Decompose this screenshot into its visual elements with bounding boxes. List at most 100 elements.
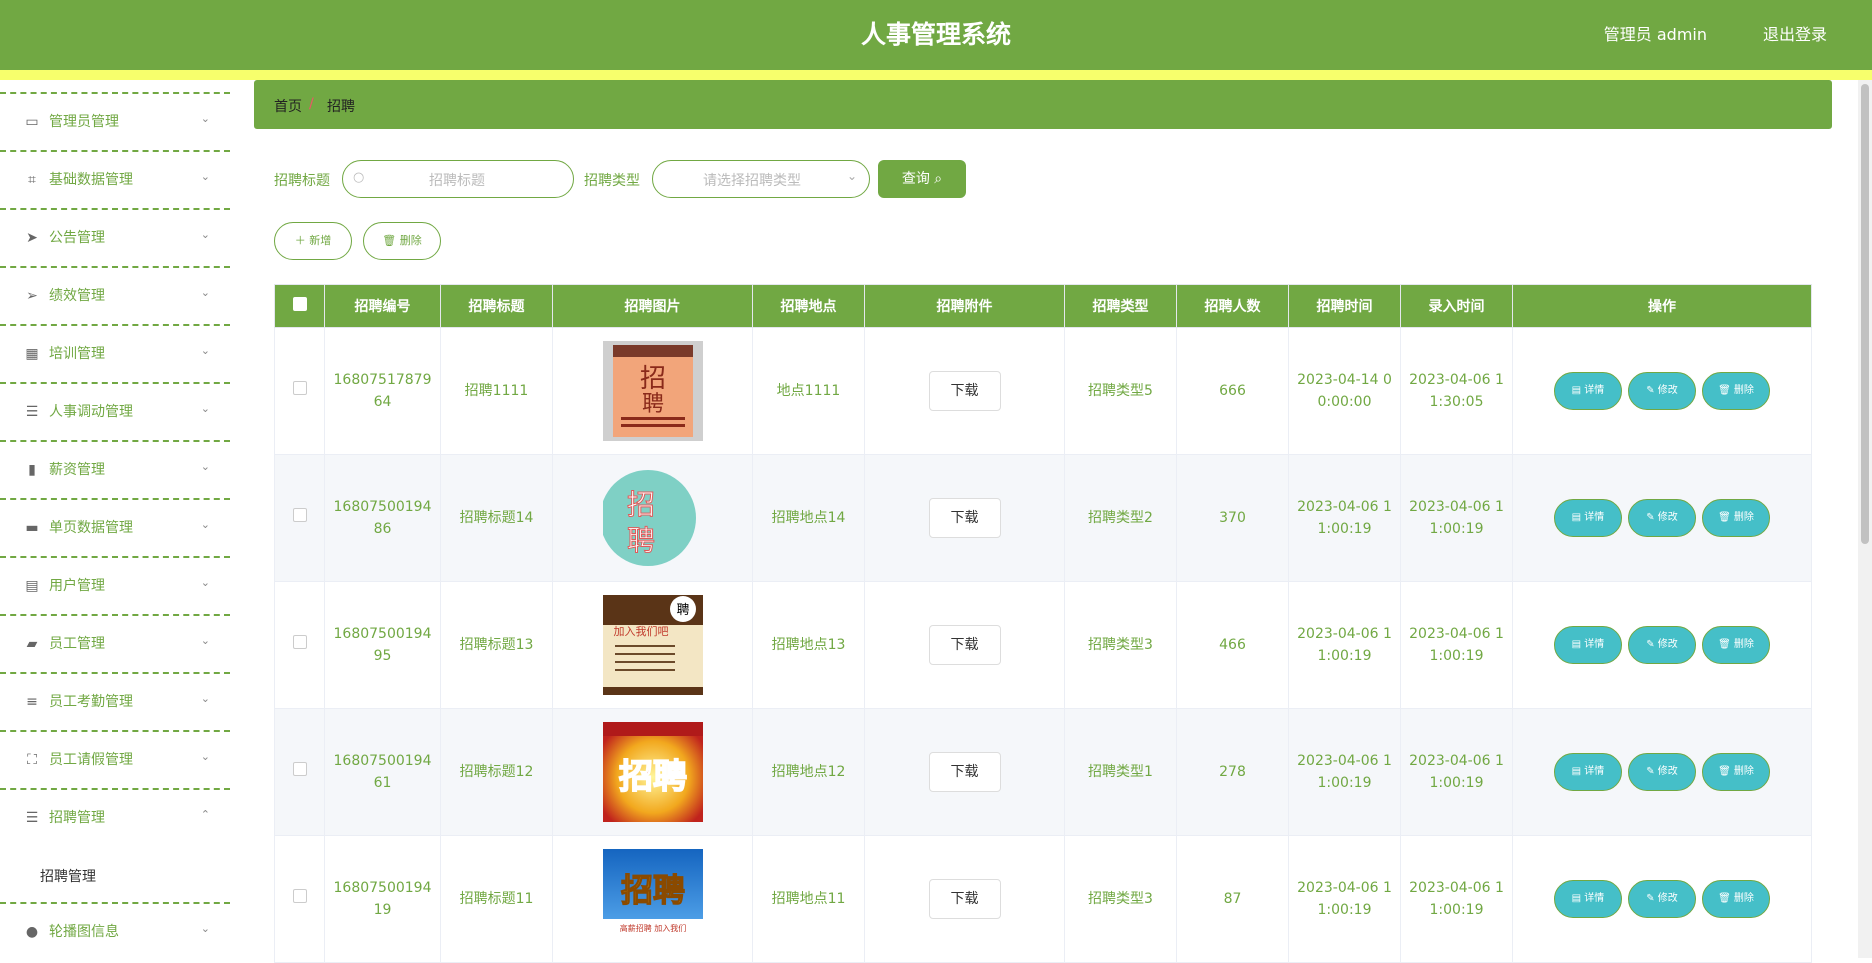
submenu-item-recruitment[interactable]: 招聘管理 <box>0 846 230 902</box>
detail-button[interactable]: ▤ 详情 <box>1554 880 1622 918</box>
list-icon: ≡ <box>26 694 38 710</box>
cell-attachment: 下载 <box>864 835 1065 963</box>
svg-text:聘: 聘 <box>626 524 654 557</box>
breadcrumb-home[interactable]: 首页 <box>274 96 302 116</box>
sidebar: ▭ 管理员管理 ⌄ ⌗ 基础数据管理 ⌄ ➤ 公告管理 ⌄ ➢ 绩效管理 ⌄ ▦ 培训管理 ⌄ ☰ 人事调动管理… <box>0 80 230 958</box>
cell-count: 370 <box>1176 454 1289 582</box>
bar-chart-icon: ▮ <box>28 462 36 478</box>
edit-button[interactable]: ✎ 修改 <box>1628 753 1696 791</box>
send-icon: ➤ <box>26 230 38 246</box>
current-user: 管理员 admin <box>1603 25 1707 44</box>
cell-location: 招聘地点14 <box>752 454 865 582</box>
chevron-down-icon: ⌄ <box>200 750 210 763</box>
select-all-checkbox[interactable] <box>292 297 307 311</box>
sidebar-item-13[interactable]: ● 轮播图信息 ⌄ <box>0 902 230 960</box>
download-button[interactable]: 下载 <box>928 625 1001 665</box>
table-row: 1680750019419 招聘标题11 招聘 高薪招聘 加入我们 招聘地点11 下载 招聘… <box>274 835 1812 963</box>
column-header: 招聘图片 <box>552 284 753 328</box>
cell-image: 招聘 <box>552 454 753 582</box>
cell-created: 2023-04-06 11:30:05 <box>1400 327 1513 455</box>
delete-button[interactable]: 🗑 删除 <box>1702 626 1770 664</box>
edit-button[interactable]: ✎ 修改 <box>1628 372 1696 410</box>
app-title: 人事管理系统 <box>860 20 1011 49</box>
delete-button[interactable]: 🗑 删除 <box>1702 753 1770 791</box>
sidebar-item-label: 基础数据管理 <box>49 172 133 188</box>
chevron-down-icon: ⌄ <box>200 692 210 705</box>
type-select[interactable]: 请选择招聘类型 ⌄ <box>652 160 870 198</box>
row-checkbox[interactable] <box>292 381 307 395</box>
download-button[interactable]: 下载 <box>928 752 1001 792</box>
recruitment-poster-image: 招聘 <box>559 722 746 822</box>
detail-button[interactable]: ▤ 详情 <box>1554 626 1622 664</box>
cell-time: 2023-04-06 11:00:19 <box>1288 835 1401 963</box>
cell-location: 招聘地点12 <box>752 708 865 836</box>
sidebar-item-6[interactable]: ▮ 薪资管理 ⌄ <box>0 440 230 498</box>
cell-count: 466 <box>1176 581 1289 709</box>
edit-button[interactable]: ✎ 修改 <box>1628 880 1696 918</box>
delete-button[interactable]: 🗑 删除 <box>1702 499 1770 537</box>
sidebar-item-7[interactable]: ▬ 单页数据管理 ⌄ <box>0 498 230 556</box>
cell-type: 招聘类型5 <box>1064 327 1177 455</box>
printer-icon: ▤ <box>25 578 39 594</box>
sidebar-item-11[interactable]: ⛶ 员工请假管理 ⌄ <box>0 730 230 788</box>
sidebar-item-label: 员工请假管理 <box>49 752 133 768</box>
download-button[interactable]: 下载 <box>928 498 1001 538</box>
detail-button[interactable]: ▤ 详情 <box>1554 372 1622 410</box>
cell-actions: ▤ 详情 ✎ 修改 🗑 删除 <box>1512 327 1812 455</box>
page-scrollbar[interactable] <box>1858 80 1872 958</box>
recruitment-table: 招聘编号 招聘标题 招聘图片 招聘地点 招聘附件 招聘类型 招聘人数 招聘时间 录入时间 操作 1… <box>274 284 1812 963</box>
sidebar-item-4[interactable]: ▦ 培训管理 ⌄ <box>0 324 230 382</box>
query-button[interactable]: 查询 ⌕ <box>878 160 966 198</box>
title-search-input[interactable]: ○ 招聘标题 <box>342 160 574 198</box>
sidebar-item-9[interactable]: ▰ 员工管理 ⌄ <box>0 614 230 672</box>
row-checkbox[interactable] <box>292 889 307 903</box>
row-checkbox[interactable] <box>292 635 307 649</box>
cell-location: 招聘地点11 <box>752 835 865 963</box>
cell-image: 招聘 <box>552 327 753 455</box>
add-button[interactable]: ＋ 新增 <box>274 222 352 260</box>
scrollbar-thumb[interactable] <box>1861 84 1869 544</box>
detail-button[interactable]: ▤ 详情 <box>1554 753 1622 791</box>
download-button[interactable]: 下载 <box>928 879 1001 919</box>
briefcase-icon: ▰ <box>26 636 38 652</box>
cell-time: 2023-04-14 00:00:00 <box>1288 327 1401 455</box>
delete-button[interactable]: 🗑 删除 <box>1702 372 1770 410</box>
logout-link[interactable]: 退出登录 <box>1763 0 1827 70</box>
sidebar-item-label: 公告管理 <box>49 230 105 246</box>
sidebar-item-0[interactable]: ▭ 管理员管理 ⌄ <box>0 92 230 150</box>
delete-button[interactable]: 🗑 删除 <box>1702 880 1770 918</box>
sidebar-item-label: 绩效管理 <box>49 288 105 304</box>
sidebar-item-3[interactable]: ➢ 绩效管理 ⌄ <box>0 266 230 324</box>
edit-button[interactable]: ✎ 修改 <box>1628 499 1696 537</box>
crop-icon: ⌗ <box>28 172 36 188</box>
cell-count: 87 <box>1176 835 1289 963</box>
sidebar-item-5[interactable]: ☰ 人事调动管理 ⌄ <box>0 382 230 440</box>
cell-actions: ▤ 详情 ✎ 修改 🗑 删除 <box>1512 835 1812 963</box>
sidebar-item-10[interactable]: ≡ 员工考勤管理 ⌄ <box>0 672 230 730</box>
cell-id: 1680751787964 <box>324 327 441 455</box>
cell-time: 2023-04-06 11:00:19 <box>1288 708 1401 836</box>
batch-delete-button[interactable]: 🗑 删除 <box>363 222 441 260</box>
search-icon: ○ <box>353 170 365 185</box>
sidebar-item-label: 培训管理 <box>49 346 105 362</box>
sidebar-item-8[interactable]: ▤ 用户管理 ⌄ <box>0 556 230 614</box>
cell-location: 招聘地点13 <box>752 581 865 709</box>
sidebar-item-2[interactable]: ➤ 公告管理 ⌄ <box>0 208 230 266</box>
cell-image: 招聘 高薪招聘 加入我们 <box>552 835 753 963</box>
cell-actions: ▤ 详情 ✎ 修改 🗑 删除 <box>1512 454 1812 582</box>
edit-button[interactable]: ✎ 修改 <box>1628 626 1696 664</box>
download-button[interactable]: 下载 <box>928 371 1001 411</box>
svg-text:招聘: 招聘 <box>620 871 684 909</box>
sidebar-item-1[interactable]: ⌗ 基础数据管理 ⌄ <box>0 150 230 208</box>
column-header: 招聘类型 <box>1064 284 1177 328</box>
sidebar-item-12[interactable]: ☰ 招聘管理 ⌃ <box>0 788 230 846</box>
row-checkbox[interactable] <box>292 762 307 776</box>
detail-button[interactable]: ▤ 详情 <box>1554 499 1622 537</box>
cell-actions: ▤ 详情 ✎ 修改 🗑 删除 <box>1512 708 1812 836</box>
cell-type: 招聘类型2 <box>1064 454 1177 582</box>
title-search-label: 招聘标题 <box>274 173 330 189</box>
cell-created: 2023-04-06 11:00:19 <box>1400 581 1513 709</box>
cell-count: 278 <box>1176 708 1289 836</box>
row-checkbox[interactable] <box>292 508 307 522</box>
cell-image: 招聘 <box>552 708 753 836</box>
